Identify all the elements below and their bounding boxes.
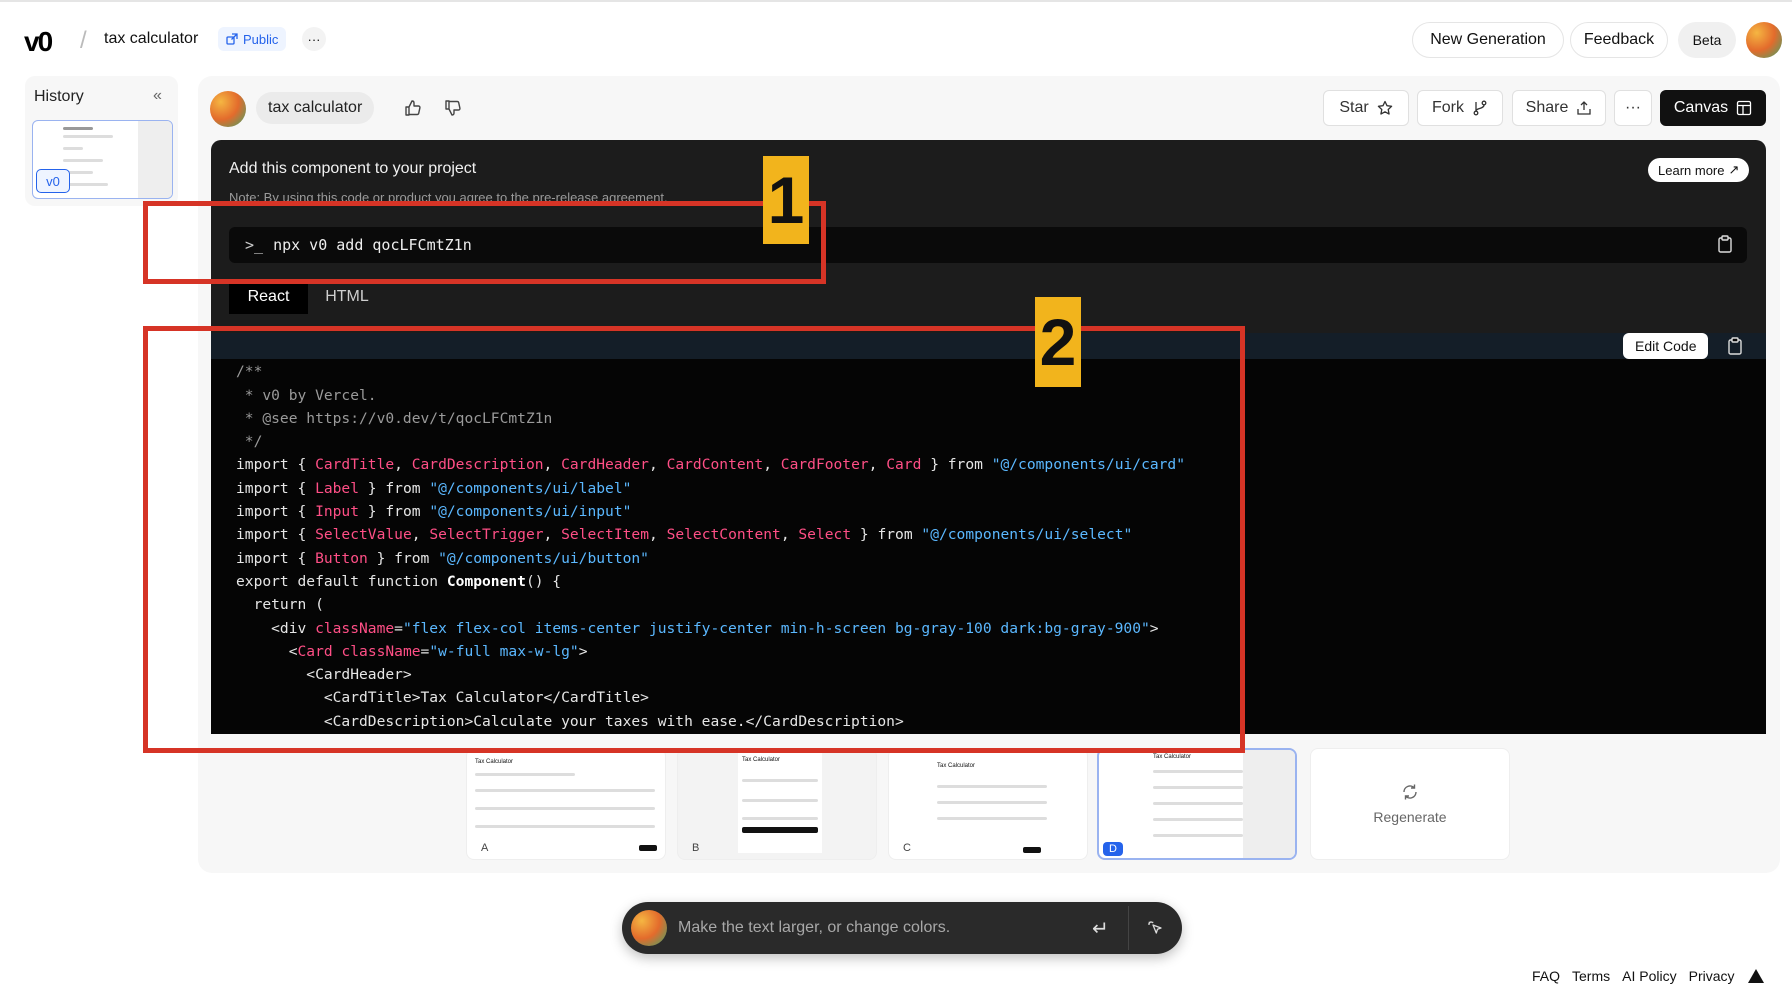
share-button[interactable]: Share bbox=[1512, 90, 1606, 126]
regenerate-label: Regenerate bbox=[1373, 809, 1447, 825]
prompt-avatar bbox=[631, 910, 667, 946]
thumb-sidebar bbox=[1243, 750, 1295, 858]
prompt-input[interactable] bbox=[676, 912, 1096, 944]
thumb-line bbox=[937, 817, 1047, 820]
learn-more-link[interactable]: Learn more ↗ bbox=[1648, 158, 1750, 182]
thumb-line bbox=[742, 799, 818, 802]
thumb-line bbox=[742, 817, 818, 820]
thumb-line bbox=[63, 159, 103, 162]
variant-card-b[interactable]: Tax Calculator B bbox=[677, 748, 877, 860]
thumb-line bbox=[475, 825, 655, 828]
variant-thumb-title: Tax Calculator bbox=[1153, 754, 1192, 760]
project-name[interactable]: tax calculator bbox=[104, 30, 198, 48]
thumb-line bbox=[1153, 802, 1243, 805]
chat-avatar bbox=[210, 91, 246, 127]
beta-badge[interactable]: Beta bbox=[1678, 22, 1736, 58]
v0-logo[interactable]: v0 bbox=[24, 26, 53, 58]
breadcrumb-separator: / bbox=[80, 27, 87, 54]
visibility-badge[interactable]: Public bbox=[218, 27, 287, 51]
fork-label: Fork bbox=[1432, 99, 1464, 116]
enter-icon[interactable]: ↵ bbox=[1092, 916, 1109, 941]
annotation-box-2 bbox=[143, 326, 1245, 753]
arrow-up-right-icon: ↗ bbox=[1728, 162, 1740, 177]
variant-card-a[interactable]: Tax Calculator A bbox=[466, 748, 666, 860]
visibility-label: Public bbox=[243, 31, 279, 47]
thumb-line bbox=[63, 135, 113, 138]
star-icon bbox=[1377, 100, 1392, 115]
thumbs-up-icon[interactable] bbox=[399, 94, 427, 122]
copy-code-icon[interactable] bbox=[1726, 336, 1744, 356]
variant-label: A bbox=[481, 842, 489, 854]
variant-thumb-title: Tax Calculator bbox=[475, 759, 514, 765]
thumb-line bbox=[742, 779, 818, 782]
thumb-line bbox=[475, 773, 575, 776]
footer-link-ai-policy[interactable]: AI Policy bbox=[1622, 968, 1676, 984]
footer-link-terms[interactable]: Terms bbox=[1572, 968, 1610, 984]
share-label: Share bbox=[1525, 99, 1569, 116]
fork-icon bbox=[1473, 100, 1487, 116]
project-more-button[interactable]: ··· bbox=[302, 27, 326, 51]
thumb-line bbox=[63, 147, 83, 150]
thumb-line bbox=[63, 127, 93, 130]
new-generation-button[interactable]: New Generation bbox=[1412, 22, 1564, 58]
variant-card-c[interactable]: Tax Calculator C bbox=[888, 748, 1088, 860]
thumbs-down-icon[interactable] bbox=[439, 94, 467, 122]
clipboard-icon[interactable] bbox=[1716, 234, 1734, 254]
variant-label: B bbox=[692, 842, 700, 854]
chat-prompt-title: tax calculator bbox=[256, 92, 375, 124]
prompt-divider bbox=[1128, 906, 1129, 950]
thumb-button bbox=[1023, 847, 1041, 853]
thumb-line bbox=[1153, 770, 1243, 773]
variant-card-d[interactable]: Tax Calculator D bbox=[1097, 748, 1297, 860]
thumb-card bbox=[738, 753, 822, 853]
variant-thumb-title: Tax Calculator bbox=[742, 757, 781, 763]
learn-more-label: Learn more bbox=[1658, 162, 1725, 178]
footer-links: FAQ Terms AI Policy Privacy bbox=[1532, 968, 1765, 984]
top-border bbox=[0, 0, 1792, 4]
canvas-label: Canvas bbox=[1673, 99, 1729, 116]
thumb-button bbox=[639, 845, 657, 851]
version-tag[interactable]: v0 bbox=[36, 169, 70, 193]
feedback-button[interactable]: Feedback bbox=[1570, 22, 1668, 58]
layout-icon bbox=[1736, 100, 1752, 116]
thumb-line bbox=[937, 785, 1047, 788]
component-card-title: Add this component to your project bbox=[229, 160, 477, 177]
double-chevron-left-icon[interactable]: « bbox=[153, 87, 162, 105]
thumb-line bbox=[1153, 834, 1243, 837]
variant-label: D bbox=[1103, 842, 1123, 856]
tab-html[interactable]: HTML bbox=[312, 280, 382, 314]
footer-link-privacy[interactable]: Privacy bbox=[1689, 968, 1735, 984]
variant-label: C bbox=[903, 842, 911, 854]
regenerate-button[interactable]: Regenerate bbox=[1310, 748, 1510, 860]
history-title: History bbox=[34, 88, 84, 105]
select-element-icon[interactable] bbox=[1137, 914, 1173, 942]
variant-thumb-title: Tax Calculator bbox=[937, 763, 976, 769]
thumb-line bbox=[475, 789, 655, 792]
thumb-button bbox=[742, 827, 818, 833]
more-options-button[interactable]: ··· bbox=[1614, 90, 1652, 126]
edit-code-button[interactable]: Edit Code bbox=[1623, 333, 1709, 359]
thumb-line bbox=[1153, 786, 1243, 789]
share-icon bbox=[226, 33, 238, 45]
annotation-number-2: 2 bbox=[1035, 297, 1081, 387]
footer-link-faq[interactable]: FAQ bbox=[1532, 968, 1560, 984]
annotation-box-1 bbox=[143, 201, 826, 284]
star-button[interactable]: Star bbox=[1323, 90, 1409, 126]
thumb-line bbox=[475, 807, 655, 810]
tab-react[interactable]: React bbox=[229, 280, 308, 314]
user-avatar[interactable] bbox=[1746, 22, 1782, 58]
upload-icon bbox=[1577, 101, 1591, 115]
star-label: Star bbox=[1339, 99, 1369, 116]
fork-button[interactable]: Fork bbox=[1417, 90, 1503, 126]
canvas-button[interactable]: Canvas bbox=[1660, 90, 1766, 126]
thumb-line bbox=[937, 801, 1047, 804]
annotation-number-1: 1 bbox=[763, 156, 809, 244]
thumb-line bbox=[1153, 818, 1243, 821]
refresh-icon bbox=[1403, 784, 1417, 800]
thumb-sidebar bbox=[138, 121, 172, 198]
vercel-triangle-icon[interactable] bbox=[1747, 968, 1765, 984]
